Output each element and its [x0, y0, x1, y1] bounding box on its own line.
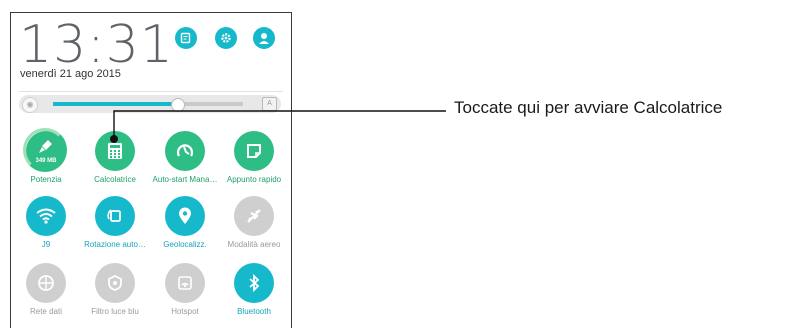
tile-wifi-button[interactable] — [26, 196, 66, 236]
tile-rete[interactable]: Rete dati — [11, 263, 81, 316]
tile-rete-button[interactable] — [26, 263, 66, 303]
brightness-slider[interactable]: ✺ A — [19, 95, 281, 113]
location-icon — [178, 207, 192, 225]
tile-label: Modalità aereo — [227, 240, 281, 249]
tile-hotspot-button[interactable] — [165, 263, 205, 303]
clock-date: venerdì 21 ago 2015 — [20, 68, 121, 80]
tile-wifi[interactable]: J9 — [11, 196, 81, 249]
brightness-fill — [53, 102, 177, 106]
callout-text: Toccate qui per avviare Calcolatrice — [454, 98, 723, 117]
quick-settings-panel: 13:31 venerdì 21 ago 2015 ✺ A 349 MB Pote… — [10, 12, 292, 328]
mobile-data-icon — [37, 274, 55, 292]
settings-icon[interactable] — [215, 27, 237, 49]
airplane-icon — [245, 207, 263, 225]
tile-label: Calcolatrice — [94, 175, 136, 184]
tile-label: Auto-start Mana… — [152, 175, 218, 184]
tile-label: J9 — [41, 240, 51, 249]
user-avatar-icon[interactable] — [253, 27, 275, 49]
divider — [19, 91, 283, 92]
tile-aereo-button[interactable] — [234, 196, 274, 236]
tile-calcolatrice-button[interactable] — [95, 131, 135, 171]
tile-label: Rotazione auto… — [84, 240, 146, 249]
tile-autostart[interactable]: Auto-start Mana… — [150, 131, 220, 184]
tile-hotspot[interactable]: Hotspot — [150, 263, 220, 316]
tile-rotazione[interactable]: Rotazione auto… — [80, 196, 150, 249]
tile-geoloc[interactable]: Geolocalizz. — [150, 196, 220, 249]
tile-geoloc-button[interactable] — [165, 196, 205, 236]
tile-calcolatrice[interactable]: Calcolatrice — [80, 131, 150, 184]
wifi-icon — [36, 208, 56, 224]
blue-light-filter-icon — [106, 274, 124, 292]
rotation-icon — [106, 207, 124, 225]
memory-badge: 349 MB — [35, 158, 57, 164]
tile-bluetooth-button[interactable] — [234, 263, 274, 303]
tile-label: Filtro luce blu — [91, 307, 139, 316]
tile-appunto-button[interactable] — [234, 131, 274, 171]
quick-memo-icon — [246, 143, 262, 159]
tile-label: Appunto rapido — [226, 175, 282, 184]
tile-potenzia-button[interactable]: 349 MB — [23, 128, 67, 172]
tile-filtro-button[interactable] — [95, 263, 135, 303]
auto-brightness-icon[interactable]: A — [262, 97, 277, 111]
bluetooth-icon — [248, 274, 260, 292]
clock-time: 13:31 — [19, 15, 174, 75]
tile-rotazione-button[interactable] — [95, 196, 135, 236]
tile-appunto[interactable]: Appunto rapido — [219, 131, 289, 184]
brightness-track[interactable] — [53, 98, 243, 112]
brightness-thumb[interactable] — [170, 98, 185, 112]
tile-autostart-button[interactable] — [165, 131, 205, 171]
notes-icon[interactable] — [175, 27, 197, 49]
tile-aereo[interactable]: Modalità aereo — [219, 196, 289, 249]
memory-ring — [23, 128, 67, 172]
tile-label: Hotspot — [171, 307, 199, 316]
tile-label: Bluetooth — [237, 307, 271, 316]
tile-label: Rete dati — [29, 307, 63, 316]
hotspot-icon — [176, 274, 194, 292]
auto-start-icon — [175, 141, 195, 161]
calculator-icon — [107, 142, 123, 160]
tile-filtro[interactable]: Filtro luce blu — [80, 263, 150, 316]
tile-label: Geolocalizz. — [163, 240, 207, 249]
tile-label: Potenzia — [30, 175, 62, 184]
tile-bluetooth[interactable]: Bluetooth — [219, 263, 289, 316]
brightness-icon: ✺ — [22, 97, 38, 113]
tile-potenzia[interactable]: 349 MB Potenzia — [11, 128, 81, 184]
